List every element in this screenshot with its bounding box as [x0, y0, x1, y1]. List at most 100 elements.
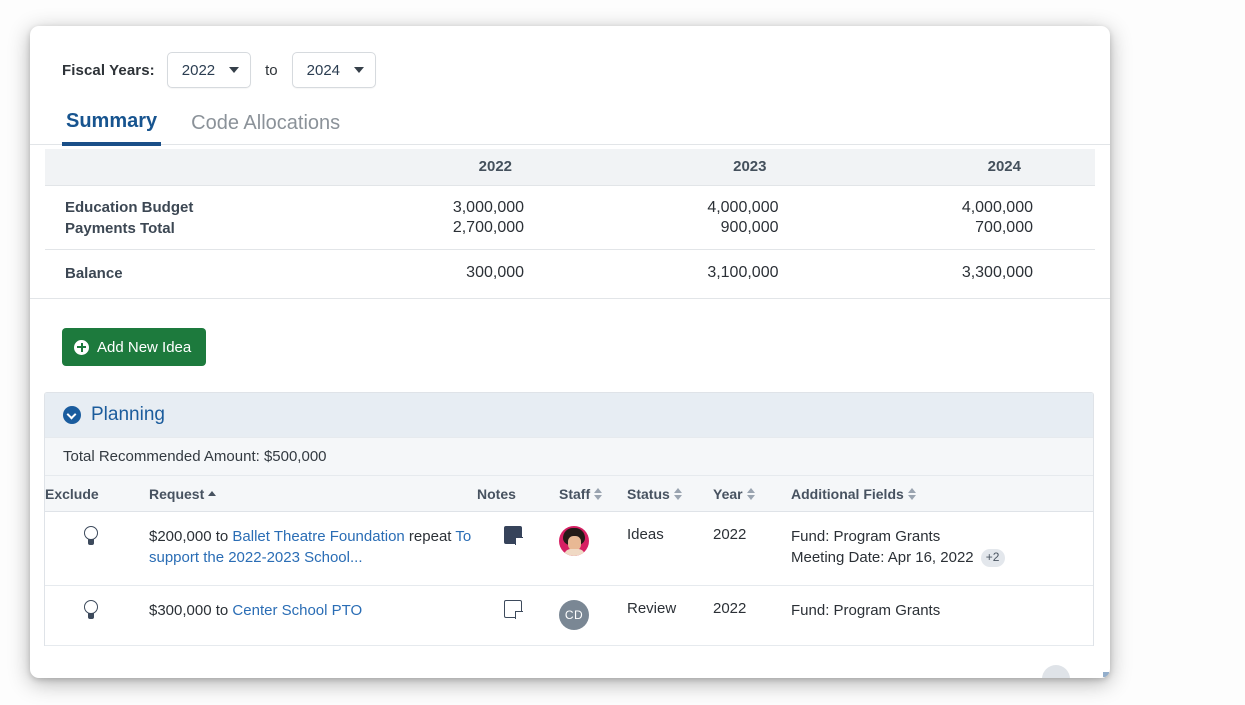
tab-bar: Summary Code Allocations [30, 110, 1110, 145]
avatar[interactable] [559, 526, 589, 556]
avatar[interactable]: CD [559, 600, 589, 630]
additional-field-fund: Fund: Program Grants [791, 600, 1092, 621]
column-header-additional-fields-label: Additional Fields [791, 486, 904, 502]
fiscal-year-from-value: 2022 [182, 62, 229, 79]
sort-toggle-icon [908, 488, 916, 500]
fiscal-years-filter: Fiscal Years: 2022 to 2024 [30, 26, 1110, 88]
summary-col-2023: 2023 [586, 149, 840, 185]
note-filled-icon[interactable] [504, 526, 522, 544]
lightbulb-icon[interactable] [84, 526, 98, 545]
column-header-additional-fields[interactable]: Additional Fields [783, 476, 1093, 512]
column-header-exclude[interactable]: Exclude [45, 476, 137, 512]
request-cell: $200,000 to Ballet Theatre Foundation re… [137, 512, 477, 586]
scroll-corner-nub[interactable] [1103, 672, 1109, 677]
request-amount: $300,000 to [149, 602, 232, 619]
summary-section: 2022 2023 2024 Education Budget 3,000,00… [30, 149, 1110, 299]
column-header-status-label: Status [627, 486, 670, 502]
chevron-down-icon [354, 67, 364, 73]
notes-cell[interactable] [477, 586, 549, 646]
fiscal-years-to-label: to [263, 62, 280, 79]
additional-fields-more-badge[interactable]: +2 [981, 549, 1005, 567]
staff-cell[interactable] [549, 512, 621, 586]
plus-circle-icon [74, 340, 89, 355]
column-header-request[interactable]: Request [137, 476, 477, 512]
summary-row-label: Education Budget [45, 185, 332, 218]
request-suffix: repeat [405, 528, 456, 545]
column-header-notes-label: Notes [477, 486, 516, 502]
summary-header-row: 2022 2023 2024 [45, 149, 1095, 185]
summary-table: 2022 2023 2024 Education Budget 3,000,00… [45, 149, 1095, 298]
fiscal-years-label: Fiscal Years: [62, 62, 155, 79]
summary-row-label: Payments Total [45, 218, 332, 250]
summary-cell: 700,000 [841, 218, 1096, 250]
planning-panel-title: Planning [91, 404, 165, 426]
additional-field-fund: Fund: Program Grants [791, 526, 1092, 547]
summary-cell: 900,000 [586, 218, 840, 250]
sort-toggle-icon [674, 488, 682, 500]
fiscal-year-to-select[interactable]: 2024 [292, 52, 376, 88]
column-header-request-label: Request [149, 486, 204, 502]
year-cell: 2022 [707, 512, 783, 586]
notes-cell[interactable] [477, 512, 549, 586]
summary-cell: 4,000,000 [586, 185, 840, 218]
fiscal-year-from-select[interactable]: 2022 [167, 52, 251, 88]
column-header-year-label: Year [713, 486, 743, 502]
column-header-year[interactable]: Year [707, 476, 783, 512]
status-cell: Review [621, 586, 707, 646]
column-header-staff-label: Staff [559, 486, 590, 502]
summary-cell: 3,300,000 [841, 250, 1096, 299]
column-header-exclude-label: Exclude [45, 486, 99, 502]
summary-cell: 3,100,000 [586, 250, 840, 299]
summary-col-2024: 2024 [841, 149, 1096, 185]
summary-row-education-budget: Education Budget 3,000,000 4,000,000 4,0… [45, 185, 1095, 218]
additional-field-meeting-date: Meeting Date: Apr 16, 2022 [791, 547, 974, 568]
fiscal-year-to-value: 2024 [307, 62, 354, 79]
requests-header-row: Exclude Request Notes [45, 476, 1093, 512]
summary-cell: 4,000,000 [841, 185, 1096, 218]
request-organization-link[interactable]: Ballet Theatre Foundation [232, 528, 404, 545]
staff-cell[interactable]: CD [549, 586, 621, 646]
note-outline-icon[interactable] [504, 600, 522, 618]
actions-bar: Add New Idea [30, 299, 1110, 366]
summary-row-label: Balance [45, 250, 332, 299]
table-row: $300,000 to Center School PTO CD Review … [45, 586, 1093, 646]
summary-row-balance: Balance 300,000 3,100,000 3,300,000 [45, 250, 1095, 299]
status-cell: Ideas [621, 512, 707, 586]
screen: Fiscal Years: 2022 to 2024 Summary Code … [0, 0, 1245, 705]
sort-toggle-icon [747, 488, 755, 500]
request-cell: $300,000 to Center School PTO [137, 586, 477, 646]
app-card-content: Fiscal Years: 2022 to 2024 Summary Code … [30, 26, 1110, 678]
tab-summary[interactable]: Summary [62, 110, 161, 146]
add-new-idea-button[interactable]: Add New Idea [62, 328, 206, 366]
table-row: $200,000 to Ballet Theatre Foundation re… [45, 512, 1093, 586]
lightbulb-icon[interactable] [84, 600, 98, 619]
sort-toggle-icon [594, 488, 602, 500]
column-header-status[interactable]: Status [621, 476, 707, 512]
year-cell: 2022 [707, 586, 783, 646]
app-card: Fiscal Years: 2022 to 2024 Summary Code … [30, 26, 1110, 678]
tab-code-allocations[interactable]: Code Allocations [187, 112, 344, 144]
sort-ascending-icon [208, 491, 216, 496]
add-new-idea-label: Add New Idea [97, 339, 191, 356]
chevron-down-icon [229, 67, 239, 73]
additional-fields-cell: Fund: Program Grants [783, 586, 1093, 646]
avatar-partial [1042, 665, 1070, 678]
chevron-down-circle-icon[interactable] [63, 406, 81, 424]
planning-total-recommended: Total Recommended Amount: $500,000 [45, 437, 1093, 475]
request-organization-link[interactable]: Center School PTO [232, 602, 362, 619]
request-amount: $200,000 to [149, 528, 232, 545]
planning-panel-header[interactable]: Planning [45, 393, 1093, 437]
summary-cell: 3,000,000 [332, 185, 586, 218]
summary-col-blank [45, 149, 332, 185]
planning-panel: Planning Total Recommended Amount: $500,… [44, 392, 1094, 646]
requests-table: Exclude Request Notes [45, 475, 1093, 646]
summary-col-2022: 2022 [332, 149, 586, 185]
column-header-notes[interactable]: Notes [477, 476, 549, 512]
exclude-cell[interactable] [45, 586, 137, 646]
exclude-cell[interactable] [45, 512, 137, 586]
summary-cell: 300,000 [332, 250, 586, 299]
summary-cell: 2,700,000 [332, 218, 586, 250]
additional-fields-cell: Fund: Program Grants Meeting Date: Apr 1… [783, 512, 1093, 586]
summary-row-payments-total: Payments Total 2,700,000 900,000 700,000 [45, 218, 1095, 250]
column-header-staff[interactable]: Staff [549, 476, 621, 512]
